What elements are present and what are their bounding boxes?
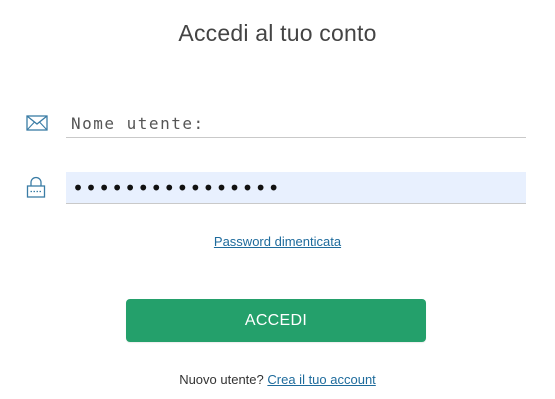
page-title: Accedi al tuo conto xyxy=(178,20,377,46)
username-row xyxy=(26,110,526,140)
forgot-password-link[interactable]: Password dimenticata xyxy=(214,234,341,249)
envelope-icon xyxy=(26,115,48,131)
username-input[interactable] xyxy=(66,110,526,138)
password-input[interactable]: •••••••••••••••• xyxy=(66,172,526,204)
signup-prompt-line: Nuovo utente? Crea il tuo account xyxy=(0,372,555,387)
signup-prompt: Nuovo utente? xyxy=(179,372,264,387)
login-button[interactable]: ACCEDI xyxy=(126,299,426,342)
password-row: •••••••••••••••• xyxy=(26,172,526,205)
create-account-link[interactable]: Crea il tuo account xyxy=(267,372,375,387)
forgot-password-container: Password dimenticata xyxy=(0,234,555,249)
lock-icon xyxy=(26,176,48,198)
